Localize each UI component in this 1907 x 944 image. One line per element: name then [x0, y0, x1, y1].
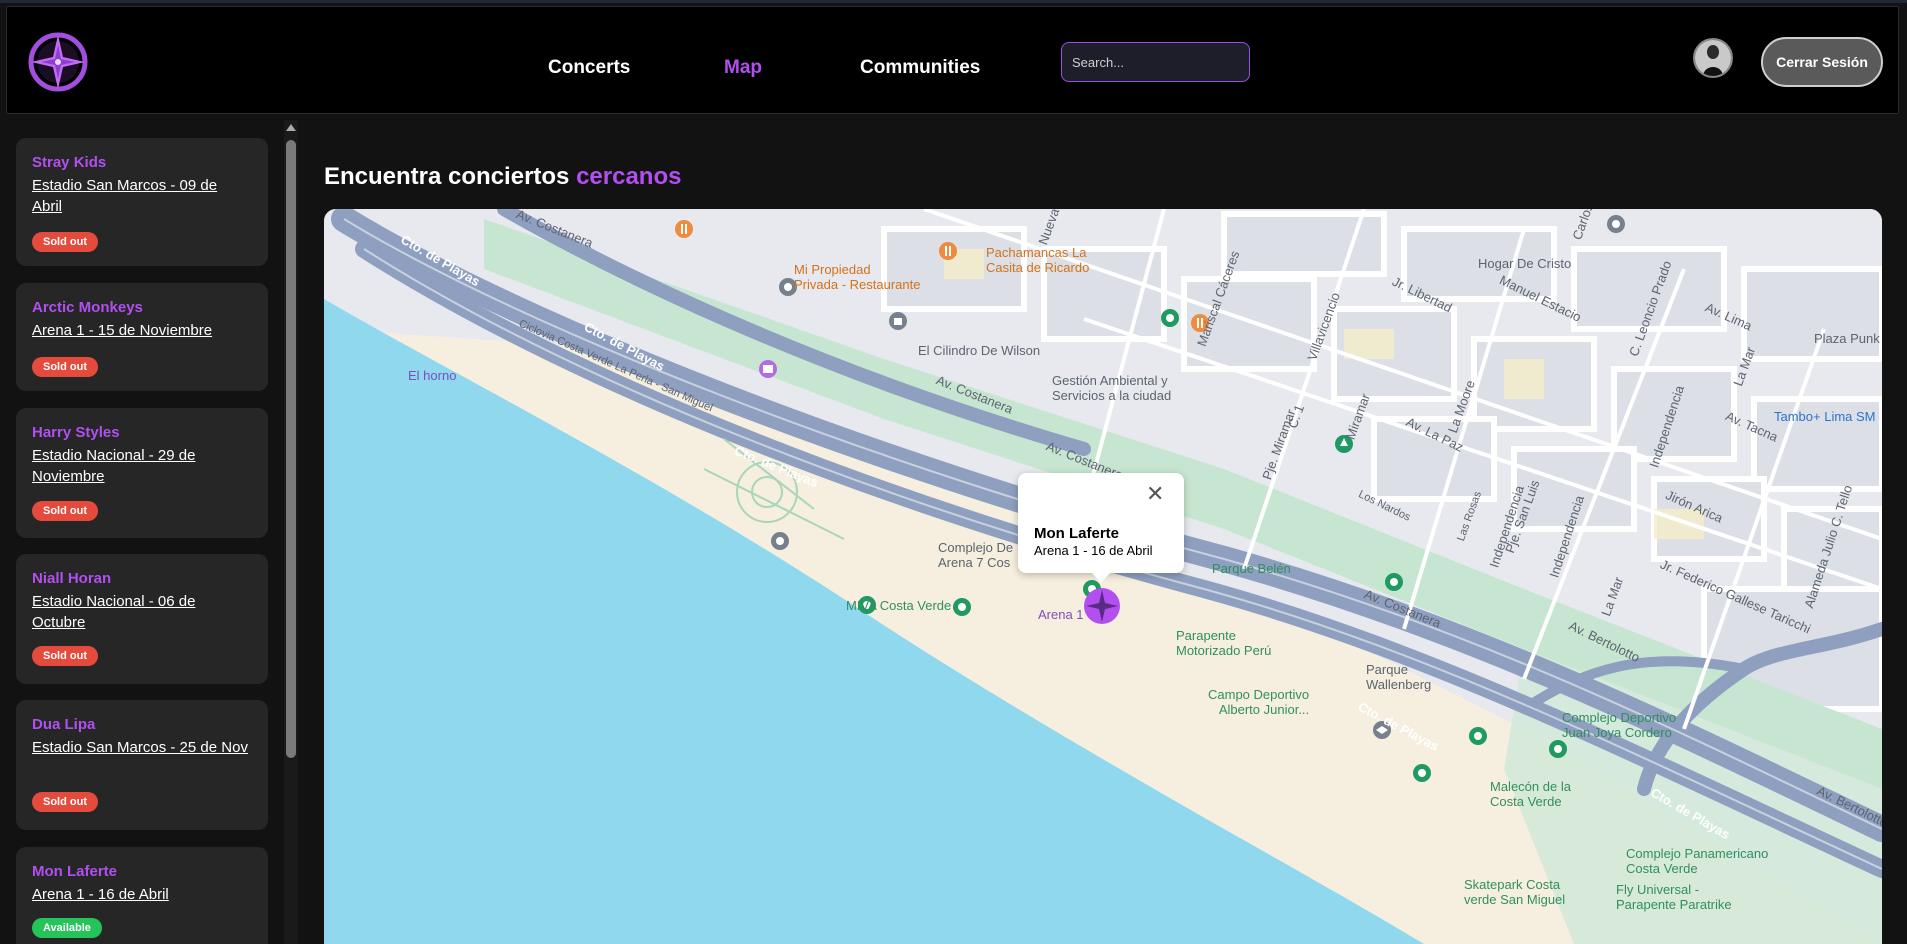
- map-label: Complejo Panamericano Costa Verde: [1626, 846, 1769, 876]
- status-badge: Sold out: [32, 357, 98, 377]
- map-label: Skatepark Costa verde San Miguel: [1464, 877, 1566, 907]
- concert-venue-link[interactable]: Arena 1 - 15 de Noviembre: [32, 320, 248, 341]
- map-label: Parque Wallenberg: [1366, 662, 1432, 692]
- scroll-up-arrow-icon[interactable]: [286, 124, 296, 131]
- location-pin-icon[interactable]: [1606, 214, 1626, 234]
- nav-map[interactable]: Map: [724, 57, 762, 79]
- header: Concerts Map Communities Cerrar Sesión: [6, 6, 1899, 114]
- park-pin-icon[interactable]: [1412, 763, 1432, 783]
- concert-artist: Stray Kids: [32, 154, 107, 171]
- concert-card[interactable]: Niall Horan Estadio Nacional - 06 de Oct…: [16, 554, 268, 684]
- map-label: Plaza Punk: [1814, 331, 1880, 346]
- concert-map[interactable]: Av. Costanera Cto. de Playas Cto. de Pla…: [324, 209, 1882, 944]
- concert-artist: Harry Styles: [32, 424, 120, 441]
- restaurant-icon[interactable]: [674, 219, 694, 239]
- status-badge: Sold out: [32, 501, 98, 521]
- map-label: Fly Universal - Parapente Paratrike: [1616, 882, 1732, 912]
- concert-card[interactable]: Stray Kids Estadio San Marcos - 09 de Ab…: [16, 138, 268, 266]
- park-pin-icon[interactable]: [1384, 572, 1404, 592]
- map-label: Parapente Motorizado Perú: [1176, 628, 1272, 658]
- concert-artist: Dua Lipa: [32, 716, 96, 733]
- avatar[interactable]: [1693, 38, 1733, 78]
- park-pin-icon[interactable]: [952, 597, 972, 617]
- map-label: El Cilindro De Wilson: [918, 343, 1041, 358]
- top-accent-line: [0, 0, 1907, 3]
- popup-subtitle: Arena 1 - 16 de Abril: [1034, 543, 1153, 558]
- concert-artist: Mon Laferte: [32, 863, 118, 880]
- concert-venue-link[interactable]: Estadio San Marcos - 25 de Nov: [32, 737, 248, 758]
- concert-card[interactable]: Harry Styles Estadio Nacional - 29 de No…: [16, 408, 268, 538]
- store-icon[interactable]: [758, 359, 778, 379]
- concert-venue-link[interactable]: Estadio Nacional - 29 de Noviembre: [32, 445, 248, 487]
- map-label: Campo Deportivo Alberto Junior...: [1208, 687, 1310, 717]
- status-badge: Available: [32, 918, 102, 938]
- concert-card[interactable]: Mon Laferte Arena 1 - 16 de Abril Availa…: [16, 847, 268, 944]
- map-label: Complejo De Arena 7 Cos: [938, 540, 1014, 570]
- page-title: Encuentra conciertos cercanos: [324, 163, 681, 191]
- park-pin-icon[interactable]: [1468, 726, 1488, 746]
- concert-marker-icon[interactable]: [1082, 586, 1122, 626]
- concert-card[interactable]: Arctic Monkeys Arena 1 - 15 de Noviembre…: [16, 283, 268, 391]
- map-label: Gestión Ambiental y Servicios a la ciuda…: [1052, 373, 1172, 403]
- popup-title: Mon Laferte: [1034, 525, 1120, 542]
- user-avatar-icon: [1695, 40, 1731, 76]
- scrollbar-thumb[interactable]: [286, 140, 296, 758]
- park-pin-icon[interactable]: [1160, 308, 1180, 328]
- government-icon[interactable]: [888, 311, 908, 331]
- map-label: Complejo Deportivo Juan Joya Cordero: [1562, 710, 1677, 740]
- status-badge: Sold out: [32, 646, 98, 666]
- restaurant-icon[interactable]: [938, 241, 958, 261]
- map-label: Mi Propiedad Privada - Restaurante: [794, 262, 921, 292]
- search-input[interactable]: [1061, 42, 1250, 82]
- nav-communities[interactable]: Communities: [860, 57, 980, 79]
- location-pin-icon[interactable]: [770, 531, 790, 551]
- title-prefix: Encuentra conciertos: [324, 163, 570, 190]
- compass-logo-icon[interactable]: [27, 31, 89, 93]
- map-label: Malecón de la Costa Verde: [1490, 779, 1571, 809]
- map-label: Hogar De Cristo: [1478, 256, 1572, 271]
- concert-venue-link[interactable]: Arena 1 - 16 de Abril: [32, 884, 248, 905]
- concert-artist: Niall Horan: [32, 570, 112, 587]
- concert-card[interactable]: Dua Lipa Estadio San Marcos - 25 de Nov …: [16, 700, 268, 830]
- concert-artist: Arctic Monkeys: [32, 299, 143, 316]
- logout-button[interactable]: Cerrar Sesión: [1761, 37, 1883, 87]
- concert-venue-link[interactable]: Estadio San Marcos - 09 de Abril: [32, 175, 248, 217]
- nav-concerts[interactable]: Concerts: [548, 57, 630, 79]
- concert-list-sidebar: Stray Kids Estadio San Marcos - 09 de Ab…: [0, 120, 300, 944]
- map-popup: ✕ Mon Laferte Arena 1 - 16 de Abril: [1018, 473, 1184, 583]
- map-label: Pachamancas La Casita de Ricardo: [986, 245, 1090, 275]
- park-pin-icon[interactable]: [1548, 739, 1568, 759]
- map-label: Tambo+ Lima SM: [1774, 409, 1876, 424]
- map-label: El horno: [408, 368, 457, 383]
- concert-venue-link[interactable]: Estadio Nacional - 06 de Octubre: [32, 591, 248, 633]
- status-badge: Sold out: [32, 232, 98, 252]
- close-icon[interactable]: ✕: [1146, 483, 1164, 505]
- status-badge: Sold out: [32, 792, 98, 812]
- title-accent: cercanos: [576, 163, 682, 190]
- map-label: Parque Belén: [1212, 561, 1291, 576]
- map-label: Arena 1: [1038, 607, 1084, 622]
- map-label: MIVA Costa Verde: [846, 598, 952, 613]
